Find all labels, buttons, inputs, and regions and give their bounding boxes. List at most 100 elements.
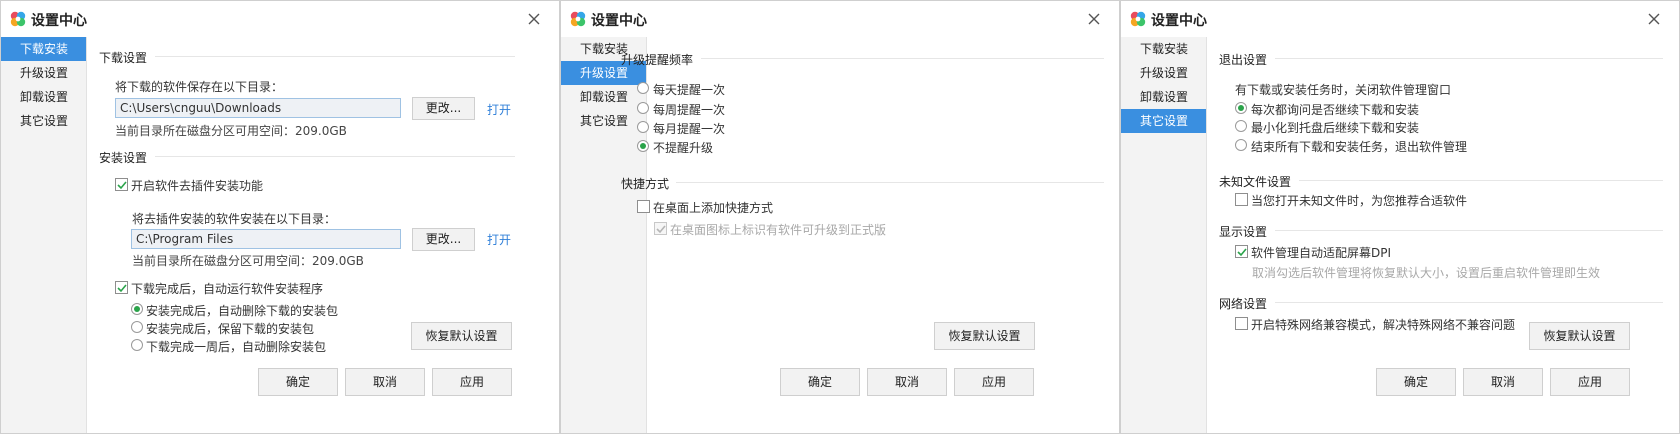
plugin-free-checkbox[interactable] xyxy=(115,178,128,191)
network-compat-label: 开启特殊网络兼容模式，解决特殊网络不兼容问题 xyxy=(1251,318,1516,332)
cancel-button[interactable]: 取消 xyxy=(867,368,947,396)
section-divider xyxy=(1275,58,1663,59)
close-icon[interactable] xyxy=(525,10,543,28)
title-bar: 设置中心 xyxy=(561,1,1119,37)
recommend-software-checkbox[interactable] xyxy=(1235,193,1248,206)
section-divider xyxy=(1275,302,1663,303)
radio-selected-dot xyxy=(640,143,646,149)
sidebar: 下载安装 升级设置 卸载设置 其它设置 xyxy=(1121,37,1207,433)
ok-button[interactable]: 确定 xyxy=(780,368,860,396)
close-icon[interactable] xyxy=(1645,10,1663,28)
radio-delete-after-week[interactable] xyxy=(131,339,143,351)
nav-item-other[interactable]: 其它设置 xyxy=(561,109,646,133)
radio-delete-after-install[interactable] xyxy=(131,303,143,315)
option-label: 最小化到托盘后继续下载和安装 xyxy=(1251,121,1420,135)
title-bar: 设置中心 xyxy=(1121,1,1679,37)
settings-window-upgrade: 设置中心 下载安装 升级设置 卸载设置 其它设置 升级提醒频率 每天提醒一次 每… xyxy=(560,0,1120,434)
auto-dpi-label: 软件管理自动适配屏幕DPI xyxy=(1251,246,1392,260)
settings-window-download: 设置中心 下载安装 升级设置 卸载设置 其它设置 下载设置 将下载的软件保存在以… xyxy=(0,0,560,434)
section-divider xyxy=(1299,180,1663,181)
apply-button[interactable]: 应用 xyxy=(1550,368,1630,396)
network-compat-checkbox[interactable] xyxy=(1235,317,1248,330)
change-download-dir-button[interactable]: 更改... xyxy=(412,97,475,120)
radio-minimize-tray[interactable] xyxy=(1235,120,1247,132)
exit-label: 有下载或安装任务时，关闭软件管理窗口 xyxy=(1235,83,1452,97)
open-install-dir-link[interactable]: 打开 xyxy=(487,231,511,248)
window-title: 设置中心 xyxy=(591,13,647,29)
upgrade-badge-label: 在桌面图标上标识有软件可升级到正式版 xyxy=(670,223,887,237)
plugin-free-label: 开启软件去插件安装功能 xyxy=(131,179,264,193)
section-divider xyxy=(676,182,1104,183)
save-dir-label: 将下载的软件保存在以下目录： xyxy=(115,80,284,94)
section-title-network: 网络设置 xyxy=(1219,297,1268,311)
window-title: 设置中心 xyxy=(1151,13,1207,29)
install-dir-label: 将去插件安装的软件安装在以下目录： xyxy=(132,212,337,226)
radio-ask-each-time[interactable] xyxy=(1235,102,1247,114)
option-label: 安装完成后，自动删除下载的安装包 xyxy=(146,304,339,318)
nav-item-uninstall[interactable]: 卸载设置 xyxy=(561,85,646,109)
section-title-unknown-file: 未知文件设置 xyxy=(1219,175,1292,189)
nav-item-uninstall[interactable]: 卸载设置 xyxy=(1121,85,1206,109)
change-install-dir-button[interactable]: 更改... xyxy=(412,228,475,251)
auto-dpi-checkbox[interactable] xyxy=(1235,245,1248,258)
autorun-checkbox[interactable] xyxy=(115,281,128,294)
nav-item-download[interactable]: 下载安装 xyxy=(1,37,86,61)
option-label: 结束所有下载和安装任务，退出软件管理 xyxy=(1251,140,1468,154)
recommend-software-label: 当您打开未知文件时，为您推荐合适软件 xyxy=(1251,194,1468,208)
desktop-shortcut-label: 在桌面上添加快捷方式 xyxy=(653,201,774,215)
section-divider xyxy=(155,56,515,57)
desktop-shortcut-checkbox[interactable] xyxy=(637,200,650,213)
apply-button[interactable]: 应用 xyxy=(954,368,1034,396)
nav-item-download[interactable]: 下载安装 xyxy=(1121,37,1206,61)
option-label: 每天提醒一次 xyxy=(653,83,726,97)
ok-button[interactable]: 确定 xyxy=(1376,368,1456,396)
nav-item-upgrade[interactable]: 升级设置 xyxy=(1,61,86,85)
section-divider xyxy=(155,156,515,157)
section-title-frequency: 升级提醒频率 xyxy=(621,53,694,67)
install-space-note: 当前目录所在磁盘分区可用空间：209.0GB xyxy=(132,254,364,268)
radio-exit-all[interactable] xyxy=(1235,139,1247,151)
close-icon[interactable] xyxy=(1085,10,1103,28)
section-divider xyxy=(701,58,1104,59)
autorun-label: 下载完成后，自动运行软件安装程序 xyxy=(131,282,324,296)
download-space-note: 当前目录所在磁盘分区可用空间：209.0GB xyxy=(115,124,347,138)
radio-weekly[interactable] xyxy=(637,102,649,114)
sidebar: 下载安装 升级设置 卸载设置 其它设置 xyxy=(561,37,647,433)
cancel-button[interactable]: 取消 xyxy=(1463,368,1543,396)
upgrade-badge-checkbox xyxy=(654,222,667,235)
option-label: 不提醒升级 xyxy=(653,141,714,155)
radio-never[interactable] xyxy=(637,140,649,152)
radio-keep-package[interactable] xyxy=(131,321,143,333)
nav-item-other[interactable]: 其它设置 xyxy=(1,109,86,133)
option-label: 每周提醒一次 xyxy=(653,103,726,117)
radio-monthly[interactable] xyxy=(637,121,649,133)
radio-selected-dot xyxy=(1238,105,1244,111)
cancel-button[interactable]: 取消 xyxy=(345,368,425,396)
section-title-shortcut: 快捷方式 xyxy=(621,177,670,191)
restore-defaults-button[interactable]: 恢复默认设置 xyxy=(411,322,512,350)
radio-daily[interactable] xyxy=(637,82,649,94)
option-label: 每月提醒一次 xyxy=(653,122,726,136)
nav-item-other[interactable]: 其它设置 xyxy=(1121,109,1206,133)
section-title-exit: 退出设置 xyxy=(1219,53,1268,67)
settings-window-other: 设置中心 下载安装 升级设置 卸载设置 其它设置 退出设置 有下载或安装任务时，… xyxy=(1120,0,1680,434)
apply-button[interactable]: 应用 xyxy=(432,368,512,396)
section-title-display: 显示设置 xyxy=(1219,225,1268,239)
option-label: 下载完成一周后，自动删除安装包 xyxy=(146,340,327,354)
window-title: 设置中心 xyxy=(31,13,87,29)
section-title-install: 安装设置 xyxy=(99,151,148,165)
sidebar: 下载安装 升级设置 卸载设置 其它设置 xyxy=(1,37,87,433)
install-path-field[interactable]: C:\Program Files xyxy=(131,229,401,249)
open-download-dir-link[interactable]: 打开 xyxy=(487,101,511,118)
nav-item-uninstall[interactable]: 卸载设置 xyxy=(1,85,86,109)
nav-item-upgrade[interactable]: 升级设置 xyxy=(1121,61,1206,85)
dpi-hint: 取消勾选后软件管理将恢复默认大小，设置后重启软件管理即生效 xyxy=(1252,266,1601,280)
restore-defaults-button[interactable]: 恢复默认设置 xyxy=(934,322,1035,350)
section-title-download: 下载设置 xyxy=(99,51,148,65)
option-label: 安装完成后，保留下载的安装包 xyxy=(146,322,315,336)
ok-button[interactable]: 确定 xyxy=(258,368,338,396)
restore-defaults-button[interactable]: 恢复默认设置 xyxy=(1529,322,1630,350)
download-path-field[interactable]: C:\Users\cnguu\Downloads xyxy=(115,98,401,118)
option-label: 每次都询问是否继续下载和安装 xyxy=(1251,103,1420,117)
section-divider xyxy=(1275,230,1663,231)
